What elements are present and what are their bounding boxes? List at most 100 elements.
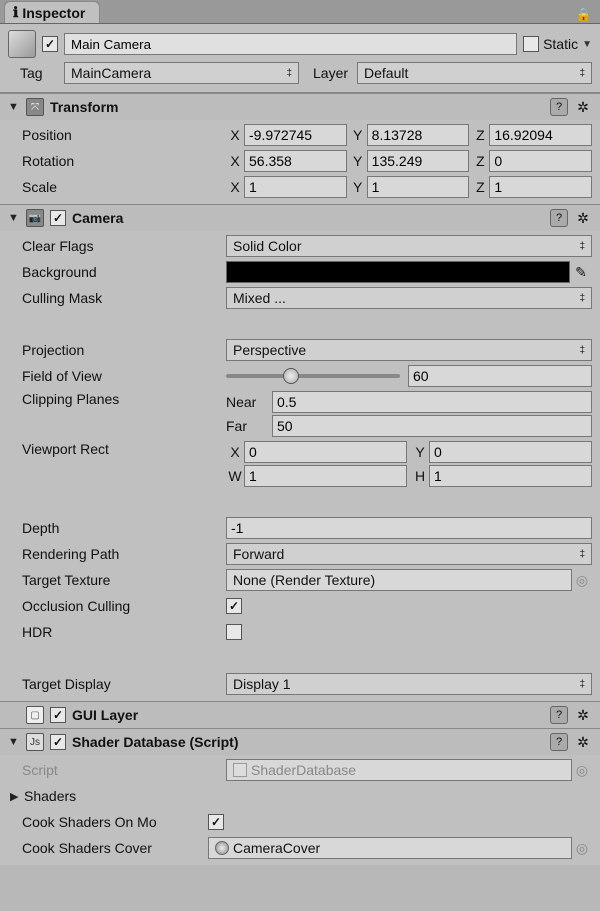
fov-value-field[interactable] bbox=[408, 365, 592, 387]
rendering-path-label: Rendering Path bbox=[8, 546, 226, 562]
script-icon: Js bbox=[26, 733, 44, 751]
foldout-toggle[interactable]: ▼ bbox=[8, 212, 20, 224]
viewport-y-field[interactable] bbox=[429, 441, 592, 463]
script-label: Script bbox=[8, 762, 226, 778]
shaders-foldout[interactable]: ▶ bbox=[10, 790, 22, 803]
viewport-x-field[interactable] bbox=[244, 441, 407, 463]
position-z-field[interactable] bbox=[489, 124, 592, 146]
object-name-field[interactable] bbox=[64, 33, 517, 55]
info-icon: ℹ bbox=[13, 4, 18, 21]
foldout-toggle[interactable]: ▼ bbox=[8, 736, 20, 748]
fov-slider[interactable] bbox=[226, 374, 400, 378]
rendering-path-dropdown[interactable]: Forward‡ bbox=[226, 543, 592, 565]
gui-layer-enabled-checkbox[interactable] bbox=[50, 707, 66, 723]
gear-icon[interactable]: ✲ bbox=[574, 733, 592, 751]
help-icon[interactable]: ? bbox=[550, 706, 568, 724]
gameobject-ref-icon bbox=[215, 841, 229, 855]
shader-database-component: ▼ Js Shader Database (Script) ? ✲ Script… bbox=[0, 728, 600, 865]
camera-component: ▼ 📷 Camera ? ✲ Clear Flags Solid Color‡ … bbox=[0, 204, 600, 701]
object-header: Static ▼ Tag MainCamera ‡ Layer Default … bbox=[0, 24, 600, 93]
clipping-planes-label: Clipping Planes bbox=[8, 391, 226, 407]
object-picker-icon[interactable]: ◎ bbox=[572, 762, 592, 779]
far-label: Far bbox=[226, 418, 272, 434]
camera-icon: 📷 bbox=[26, 209, 44, 227]
background-label: Background bbox=[8, 264, 226, 280]
projection-label: Projection bbox=[8, 342, 226, 358]
layer-dropdown[interactable]: Default ‡ bbox=[357, 62, 592, 84]
lock-icon[interactable]: 🔒 bbox=[576, 7, 592, 23]
cook-cover-field[interactable]: CameraCover bbox=[208, 837, 572, 859]
cook-on-mo-label: Cook Shaders On Mo bbox=[8, 814, 208, 830]
gear-icon[interactable]: ✲ bbox=[574, 209, 592, 227]
far-field[interactable] bbox=[272, 415, 592, 437]
fov-slider-thumb[interactable] bbox=[283, 368, 299, 384]
culling-mask-label: Culling Mask bbox=[8, 290, 226, 306]
scale-x-field[interactable] bbox=[244, 176, 347, 198]
scale-y-field[interactable] bbox=[367, 176, 470, 198]
static-dropdown-arrow[interactable]: ▼ bbox=[582, 39, 592, 50]
occlusion-culling-label: Occlusion Culling bbox=[8, 598, 226, 614]
depth-field[interactable] bbox=[226, 517, 592, 539]
camera-title: Camera bbox=[72, 210, 544, 226]
help-icon[interactable]: ? bbox=[550, 733, 568, 751]
clear-flags-label: Clear Flags bbox=[8, 238, 226, 254]
rotation-label: Rotation bbox=[8, 153, 226, 169]
position-y-field[interactable] bbox=[367, 124, 470, 146]
projection-dropdown[interactable]: Perspective‡ bbox=[226, 339, 592, 361]
hdr-label: HDR bbox=[8, 624, 226, 640]
viewport-w-field[interactable] bbox=[244, 465, 407, 487]
shader-db-title: Shader Database (Script) bbox=[72, 734, 544, 750]
transform-component: ▼ ⤧ Transform ? ✲ Position X Y Z Rotatio… bbox=[0, 93, 600, 204]
position-x-field[interactable] bbox=[244, 124, 347, 146]
fov-label: Field of View bbox=[8, 368, 226, 384]
chevron-down-icon: ‡ bbox=[579, 68, 585, 79]
culling-mask-dropdown[interactable]: Mixed ...‡ bbox=[226, 287, 592, 309]
shaders-label: Shaders bbox=[22, 788, 80, 804]
background-color-field[interactable] bbox=[226, 261, 570, 283]
position-label: Position bbox=[8, 127, 226, 143]
near-label: Near bbox=[226, 394, 272, 410]
depth-label: Depth bbox=[8, 520, 226, 536]
scale-z-field[interactable] bbox=[489, 176, 592, 198]
camera-enabled-checkbox[interactable] bbox=[50, 210, 66, 226]
rotation-x-field[interactable] bbox=[244, 150, 347, 172]
viewport-h-field[interactable] bbox=[429, 465, 592, 487]
static-checkbox[interactable] bbox=[523, 36, 539, 52]
cook-on-mo-checkbox[interactable] bbox=[208, 814, 224, 830]
inspector-tab[interactable]: ℹ Inspector bbox=[4, 1, 100, 23]
eyedropper-icon[interactable]: ✎ bbox=[570, 264, 592, 281]
foldout-toggle[interactable]: ▼ bbox=[8, 101, 20, 113]
inspector-panel: ℹ Inspector 🔒 Static ▼ Tag MainCamera ‡ … bbox=[0, 0, 600, 865]
tag-dropdown[interactable]: MainCamera ‡ bbox=[64, 62, 299, 84]
target-texture-label: Target Texture bbox=[8, 572, 226, 588]
occlusion-culling-checkbox[interactable] bbox=[226, 598, 242, 614]
transform-title: Transform bbox=[50, 99, 544, 115]
rotation-y-field[interactable] bbox=[367, 150, 470, 172]
layer-label: Layer bbox=[313, 65, 351, 81]
gear-icon[interactable]: ✲ bbox=[574, 706, 592, 724]
near-field[interactable] bbox=[272, 391, 592, 413]
hdr-checkbox[interactable] bbox=[226, 624, 242, 640]
gameobject-icon[interactable] bbox=[8, 30, 36, 58]
shader-db-enabled-checkbox[interactable] bbox=[50, 734, 66, 750]
gui-layer-icon: ▢ bbox=[26, 706, 44, 724]
help-icon[interactable]: ? bbox=[550, 98, 568, 116]
help-icon[interactable]: ? bbox=[550, 209, 568, 227]
script-field: ShaderDatabase bbox=[226, 759, 572, 781]
transform-icon: ⤧ bbox=[26, 98, 44, 116]
target-display-dropdown[interactable]: Display 1‡ bbox=[226, 673, 592, 695]
clear-flags-dropdown[interactable]: Solid Color‡ bbox=[226, 235, 592, 257]
cook-cover-label: Cook Shaders Cover bbox=[8, 840, 208, 856]
target-display-label: Target Display bbox=[8, 676, 226, 692]
static-label: Static bbox=[543, 36, 578, 52]
object-picker-icon[interactable]: ◎ bbox=[572, 572, 592, 589]
chevron-down-icon: ‡ bbox=[286, 68, 292, 79]
gui-layer-title: GUI Layer bbox=[72, 707, 544, 723]
tab-bar: ℹ Inspector 🔒 bbox=[0, 0, 600, 24]
active-checkbox[interactable] bbox=[42, 36, 58, 52]
rotation-z-field[interactable] bbox=[489, 150, 592, 172]
object-picker-icon[interactable]: ◎ bbox=[572, 840, 592, 857]
script-file-icon bbox=[233, 763, 247, 777]
target-texture-field[interactable]: None (Render Texture) bbox=[226, 569, 572, 591]
gear-icon[interactable]: ✲ bbox=[574, 98, 592, 116]
